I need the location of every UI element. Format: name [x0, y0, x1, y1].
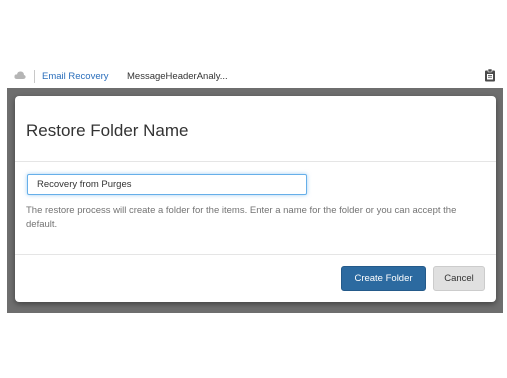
dialog-header-divider	[15, 161, 496, 162]
dialog-footer-divider	[15, 254, 496, 255]
dialog-help-text: The restore process will create a folder…	[26, 205, 457, 230]
folder-name-input[interactable]	[27, 174, 307, 195]
tab-message-header-analyzer[interactable]: MessageHeaderAnaly...	[127, 71, 228, 82]
create-folder-button[interactable]: Create Folder	[341, 266, 426, 291]
page: Email Recovery MessageHeaderAnaly... Res…	[0, 0, 507, 378]
cloud-icon	[14, 71, 26, 79]
tab-email-recovery[interactable]: Email Recovery	[42, 71, 109, 82]
cancel-button[interactable]: Cancel	[433, 266, 485, 291]
dialog-title: Restore Folder Name	[26, 121, 189, 140]
clipboard-icon[interactable]	[484, 68, 496, 82]
restore-folder-dialog: Restore Folder Name The restore process …	[15, 96, 496, 302]
topbar-divider	[34, 70, 35, 83]
